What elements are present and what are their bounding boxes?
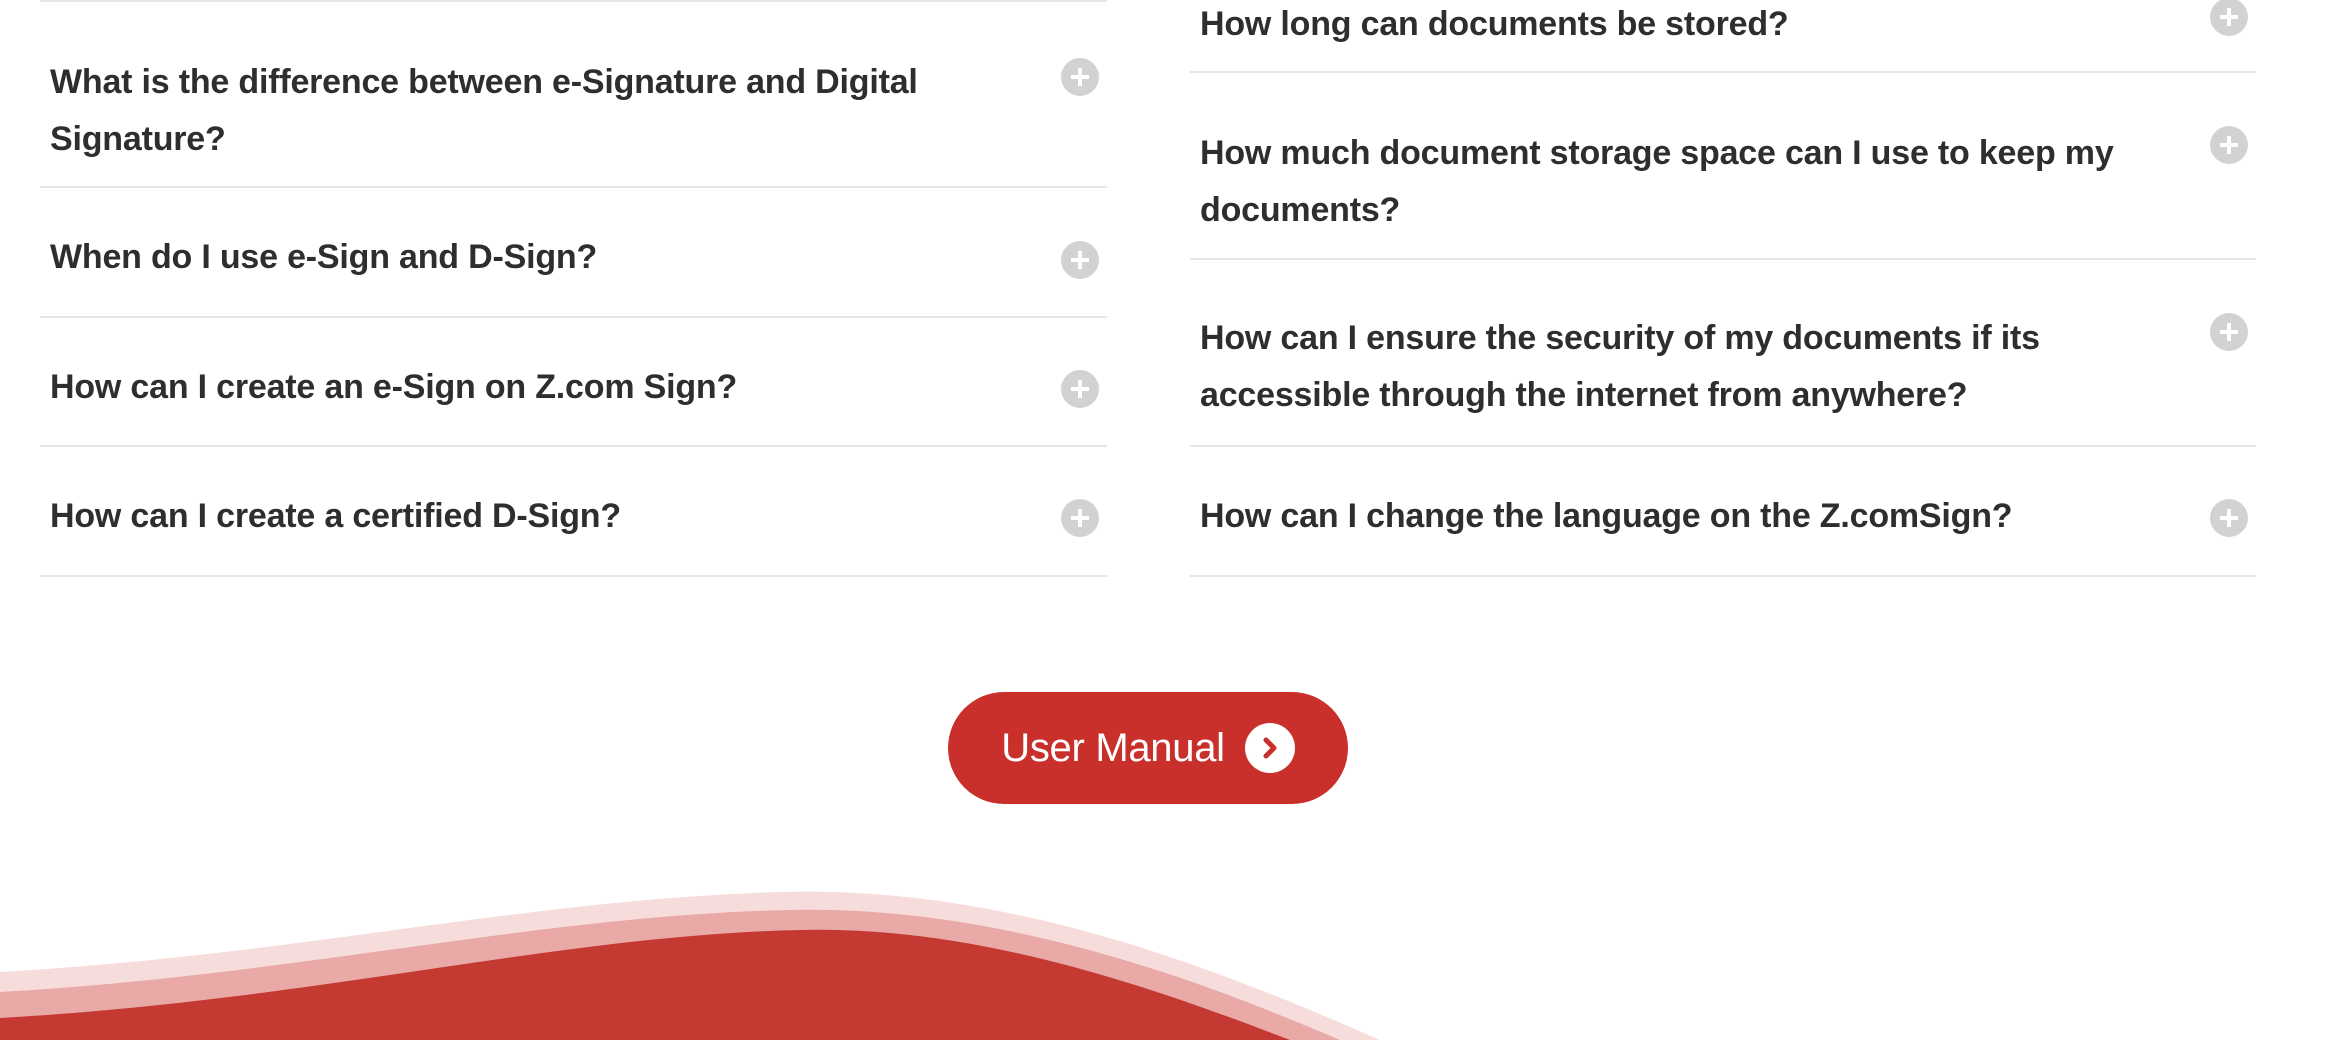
plus-icon[interactable] [1061, 370, 1099, 408]
faq-question[interactable]: How can I create an e-Sign on Z.com Sign… [50, 359, 997, 416]
user-manual-label: User Manual [1001, 725, 1225, 770]
plus-icon[interactable] [1061, 58, 1099, 96]
chevron-right-circle-icon [1244, 723, 1295, 773]
plus-icon[interactable] [2210, 499, 2248, 537]
faq-question[interactable]: How can I change the language on the Z.c… [1200, 488, 2146, 545]
faq-item[interactable]: When do I use e-Sign and D-Sign? [40, 188, 1107, 318]
faq-item[interactable]: How can I create a certified D-Sign? [40, 447, 1107, 577]
faq-item[interactable]: How can I create an e-Sign on Z.com Sign… [40, 318, 1107, 447]
faq-question[interactable]: How can I ensure the security of my docu… [1200, 310, 2146, 424]
plus-icon[interactable] [1061, 241, 1099, 279]
faq-item[interactable]: What is the difference between e-Signatu… [40, 0, 1107, 188]
faq-question[interactable]: What is the difference between e-Signatu… [50, 54, 997, 168]
faq-item[interactable]: How much document storage space can I us… [1190, 73, 2256, 260]
faq-page: What is the difference between e-Signatu… [0, 0, 2344, 1040]
faq-question[interactable]: When do I use e-Sign and D-Sign? [50, 229, 997, 286]
footer-wave [0, 891, 1380, 1040]
faq-item[interactable]: How long can documents be stored? [1190, 0, 2256, 73]
faq-question[interactable]: How long can documents be stored? [1200, 0, 2146, 53]
user-manual-button[interactable]: User Manual [948, 692, 1348, 804]
faq-item[interactable]: How can I change the language on the Z.c… [1190, 447, 2256, 577]
faq-question[interactable]: How can I create a certified D-Sign? [50, 488, 997, 545]
plus-icon[interactable] [2210, 0, 2248, 36]
plus-icon[interactable] [2210, 313, 2248, 351]
plus-icon[interactable] [2210, 126, 2248, 164]
faq-question[interactable]: How much document storage space can I us… [1200, 125, 2146, 239]
faq-item[interactable]: How can I ensure the security of my docu… [1190, 260, 2256, 447]
plus-icon[interactable] [1061, 499, 1099, 537]
